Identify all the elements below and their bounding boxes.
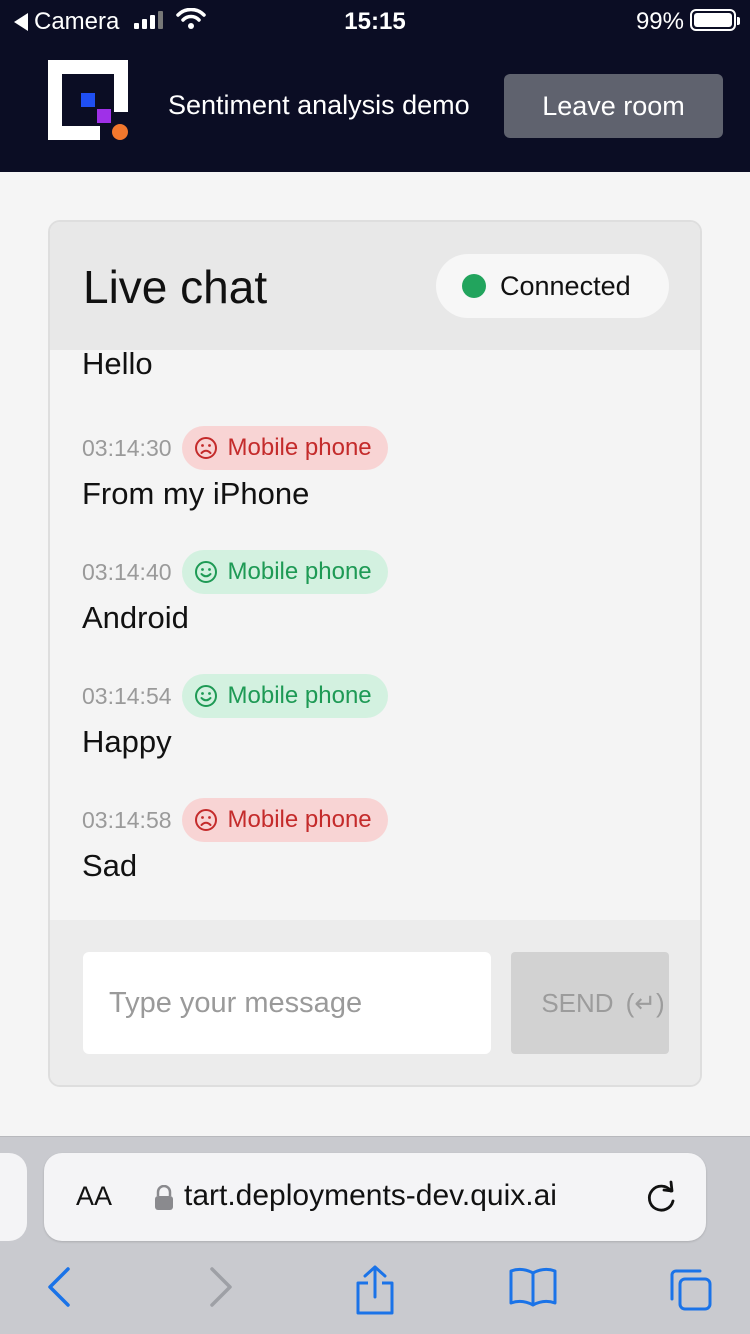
message-item: 03:14:54 Mobile phone Happy [82, 674, 388, 760]
message-list[interactable]: Hello 03:14:30 Mobile phone From my iPho… [50, 350, 700, 920]
message-text: From my iPhone [82, 476, 310, 511]
address-bar[interactable]: AA tart.deployments-dev.quix.ai [44, 1153, 706, 1241]
message-input[interactable] [83, 952, 491, 1054]
share-icon[interactable] [354, 1265, 396, 1315]
sentiment-badge-label: Mobile phone [227, 682, 372, 709]
connection-status-badge: Connected [436, 254, 669, 318]
sentiment-badge-negative: Mobile phone [181, 426, 388, 470]
message-item: Hello [82, 350, 153, 382]
message-timestamp: 03:14:40 [82, 558, 172, 585]
browser-bottom-bar: AA tart.deployments-dev.quix.ai [0, 1136, 750, 1334]
message-text: Sad [82, 848, 138, 883]
sentiment-badge-positive: Mobile phone [181, 674, 388, 718]
sentiment-badge-negative: Mobile phone [181, 798, 388, 842]
smile-face-icon [194, 561, 217, 583]
message-text: Android [82, 600, 189, 635]
back-chevron-icon[interactable] [44, 1265, 74, 1309]
chat-title: Live chat [83, 261, 268, 313]
message-text: Happy [82, 724, 172, 759]
text-size-button[interactable]: AA [76, 1181, 112, 1212]
enter-key-hint: (↵) [625, 987, 665, 1018]
send-button-label: SEND [541, 987, 614, 1018]
reload-icon[interactable] [644, 1177, 680, 1217]
live-chat-card: Live chat Connected Hello 03:14:30 Mobil… [48, 220, 702, 1087]
composer: SEND (↵) [50, 920, 700, 1085]
lock-icon [155, 1185, 173, 1210]
quix-logo-icon [48, 60, 128, 140]
sentiment-badge-label: Mobile phone [227, 558, 372, 585]
bookmarks-icon[interactable] [508, 1265, 558, 1309]
message-item: 03:14:30 Mobile phone From my iPhone [82, 426, 388, 512]
sentiment-badge-label: Mobile phone [227, 806, 372, 833]
frown-face-icon [194, 809, 217, 831]
message-text: Hello [82, 350, 153, 381]
sentiment-badge-label: Mobile phone [227, 434, 372, 461]
sentiment-badge-positive: Mobile phone [181, 550, 388, 594]
message-timestamp: 03:14:58 [82, 806, 172, 833]
frown-face-icon [194, 437, 217, 459]
page-title: Sentiment analysis demo [168, 90, 470, 120]
message-item: 03:14:40 Mobile phone Android [82, 550, 388, 636]
forward-chevron-icon[interactable] [206, 1265, 236, 1309]
smile-face-icon [194, 685, 217, 707]
url-text: tart.deployments-dev.quix.ai [184, 1179, 557, 1212]
battery-percent: 99% [635, 8, 684, 35]
chat-header: Live chat Connected [50, 222, 700, 350]
previous-tab-preview[interactable] [0, 1153, 27, 1241]
connection-status-label: Connected [500, 270, 631, 301]
leave-room-button[interactable]: Leave room [504, 74, 723, 138]
status-bar: Camera 15:15 99% [0, 0, 750, 40]
send-button[interactable]: SEND (↵) [511, 952, 669, 1054]
tabs-icon[interactable] [666, 1265, 714, 1313]
message-timestamp: 03:14:54 [82, 682, 172, 709]
message-timestamp: 03:14:30 [82, 434, 172, 461]
app-header: Sentiment analysis demo Leave room [0, 40, 750, 172]
message-item: 03:14:58 Mobile phone Sad [82, 798, 388, 884]
battery-icon [690, 9, 740, 31]
browser-toolbar [0, 1257, 750, 1327]
status-dot-icon [462, 274, 486, 298]
